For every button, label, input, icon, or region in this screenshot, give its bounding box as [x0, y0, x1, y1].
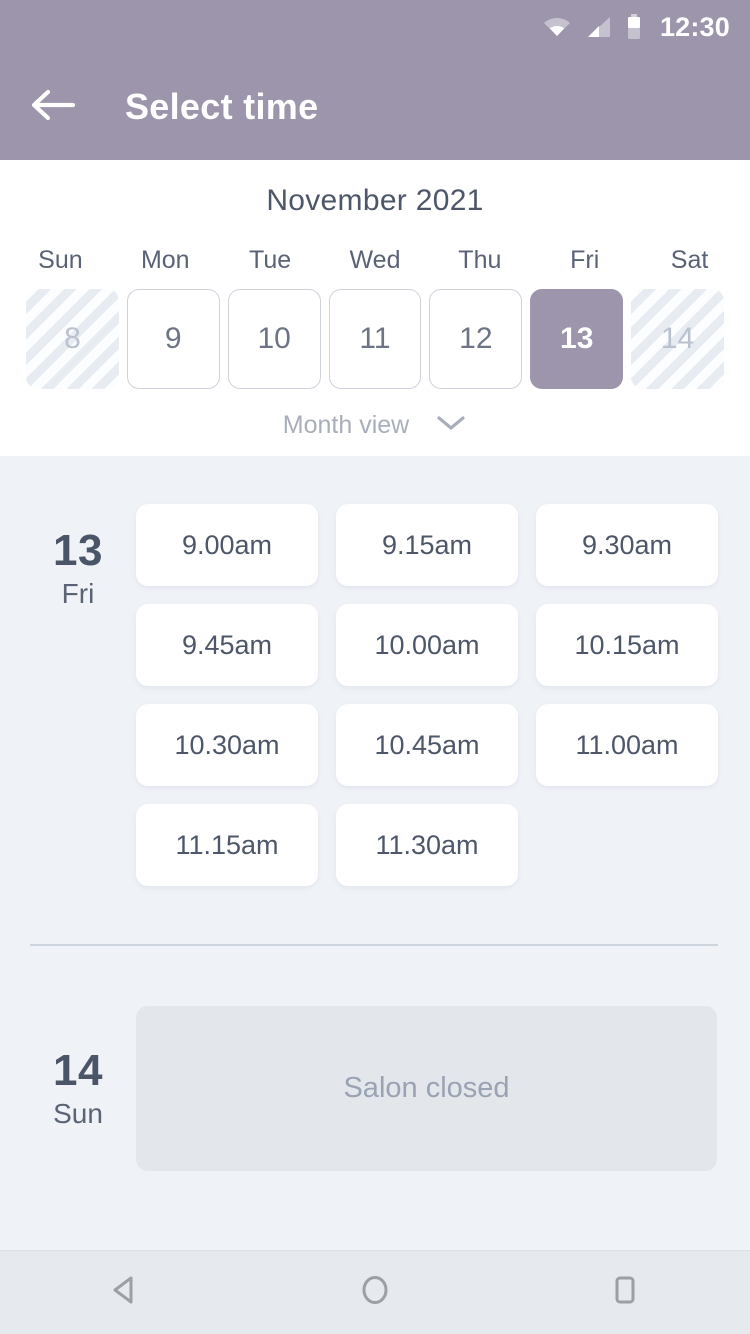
month-view-label: Month view — [282, 411, 410, 439]
back-triangle-icon — [105, 1270, 145, 1315]
weekday-label: Wed — [349, 246, 401, 274]
weekday-label: Sun — [38, 246, 83, 274]
schedule-day-number: 13 — [53, 526, 103, 575]
weekday-label: Sat — [670, 246, 709, 274]
arrow-left-icon — [31, 88, 77, 127]
calendar-day-9[interactable]: 9 — [126, 289, 220, 389]
page-title: Select time — [125, 86, 319, 127]
android-nav-bar — [0, 1250, 750, 1334]
nav-recents-button[interactable] — [565, 1251, 685, 1334]
schedule-day-number: 14 — [53, 1046, 103, 1095]
calendar-day-13[interactable]: 13 — [530, 289, 624, 389]
time-slot[interactable]: 10.15am — [536, 604, 718, 686]
calendar-day-10[interactable]: 10 — [227, 289, 321, 389]
time-slot[interactable]: 9.00am — [136, 504, 318, 586]
time-slot[interactable]: 11.15am — [136, 804, 318, 886]
home-circle-icon — [355, 1270, 395, 1315]
calendar-month-title: November 2021 — [266, 184, 484, 217]
time-slot[interactable]: 10.30am — [136, 704, 318, 786]
time-slot[interactable]: 10.45am — [336, 704, 518, 786]
calendar-day-8: 8 — [26, 289, 119, 389]
time-slot[interactable]: 9.15am — [336, 504, 518, 586]
schedule-group-14: 14 Sun Salon closed — [0, 946, 750, 1171]
month-view-toggle[interactable]: Month view — [0, 411, 750, 440]
schedule-day-weekday: Fri — [61, 578, 95, 610]
app-bar: Select time — [0, 54, 750, 160]
time-slot[interactable]: 10.00am — [336, 604, 518, 686]
time-slot[interactable]: 9.45am — [136, 604, 318, 686]
calendar-day-14: 14 — [631, 289, 724, 389]
time-slot[interactable]: 9.30am — [536, 504, 718, 586]
weekday-label: Fri — [570, 246, 600, 274]
weekday-label: Thu — [458, 246, 502, 274]
calendar-day-12[interactable]: 12 — [429, 289, 523, 389]
time-slot-grid: 9.00am 9.15am 9.30am 9.45am 10.00am 10.1… — [128, 486, 750, 886]
nav-home-button[interactable] — [315, 1251, 435, 1334]
chevron-down-icon — [435, 413, 467, 438]
status-bar: 12:30 — [0, 0, 750, 54]
wifi-icon — [542, 15, 572, 39]
recents-square-icon — [605, 1270, 645, 1315]
battery-icon — [626, 14, 642, 40]
calendar-days-row: 8 9 10 11 12 13 14 — [0, 289, 750, 389]
weekday-header-row: Sun Mon Tue Wed Thu Fri Sat — [0, 246, 750, 275]
phone-screen: 12:30 Select time November 2021 Sun Mon … — [0, 0, 750, 1334]
schedule-group-13: 13 Fri 9.00am 9.15am 9.30am 9.45am 10.00… — [0, 486, 750, 886]
calendar-day-11[interactable]: 11 — [328, 289, 422, 389]
status-bar-clock: 12:30 — [659, 11, 730, 42]
back-button[interactable] — [25, 78, 83, 136]
time-slot[interactable]: 11.30am — [336, 804, 518, 886]
cellular-signal-icon — [586, 15, 612, 39]
nav-back-button[interactable] — [65, 1251, 185, 1334]
salon-closed-banner: Salon closed — [136, 1006, 717, 1171]
weekday-label: Tue — [249, 246, 292, 274]
schedule-day-label: 14 Sun — [28, 1006, 128, 1171]
schedule-day-weekday: Sun — [53, 1098, 103, 1130]
weekday-label: Mon — [140, 246, 190, 274]
schedule-area: 13 Fri 9.00am 9.15am 9.30am 9.45am 10.00… — [0, 456, 750, 1171]
schedule-day-label: 13 Fri — [28, 486, 128, 886]
time-slot[interactable]: 11.00am — [536, 704, 718, 786]
calendar-panel: November 2021 Sun Mon Tue Wed Thu Fri Sa… — [0, 160, 750, 456]
